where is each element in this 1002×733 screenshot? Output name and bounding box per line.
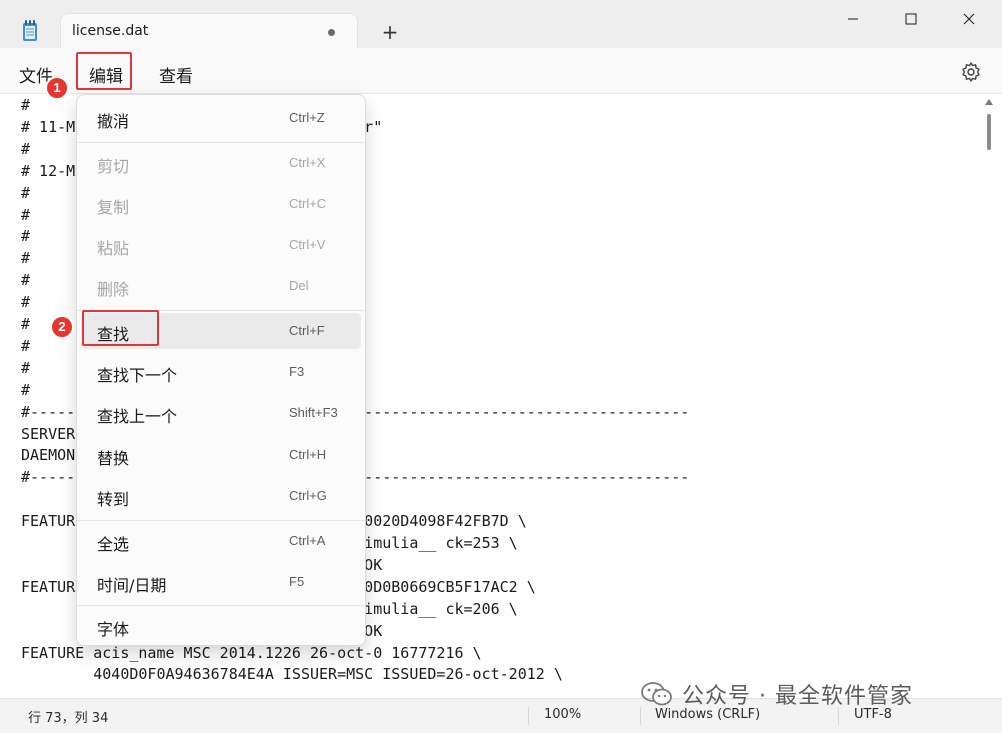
menu-item-label: 查找上一个 [97, 407, 178, 427]
menu-item-label: 撤消 [97, 112, 130, 131]
menu-item-shortcut: Ctrl+Z [289, 110, 325, 125]
wechat-icon [641, 682, 672, 706]
menu-item[interactable]: 撤消 Ctrl+Z [81, 100, 361, 136]
menu-item-shortcut: F3 [289, 364, 305, 380]
menu-item[interactable]: 粘贴 Ctrl+V [81, 227, 361, 263]
menu-item[interactable]: 全选 Ctrl+A [81, 523, 361, 559]
menu-item[interactable]: 剪切 Ctrl+X [81, 145, 361, 181]
tab-title: license.dat [72, 23, 149, 39]
menu-item-label: 全选 [97, 534, 130, 554]
vertical-scrollbar[interactable] [987, 114, 991, 150]
menu-separator [77, 519, 365, 521]
menu-item-shortcut: Ctrl+C [289, 195, 327, 211]
menu-bar: 文件 编辑 查看 [0, 48, 1002, 94]
menu-item-shortcut: Del [289, 278, 309, 294]
code-line: # [21, 293, 31, 312]
menu-item[interactable]: 替换 Ctrl+H [81, 437, 361, 473]
menu-item[interactable]: 复制 Ctrl+C [81, 186, 361, 222]
menu-item[interactable]: 查找上一个 Shift+F3 [81, 395, 361, 431]
menu-item[interactable]: 删除 Del [81, 268, 361, 304]
code-line: SERVER [21, 424, 76, 443]
unsaved-dot-icon[interactable] [328, 29, 335, 36]
cursor-position: 行 73，列 34 [28, 711, 109, 726]
code-line: DAEMON [21, 446, 76, 465]
menu-item-shortcut: Shift+F3 [289, 405, 338, 421]
minimize-button[interactable] [830, 6, 876, 32]
notepad-icon [23, 20, 37, 41]
menu-item-label: 复制 [97, 197, 130, 217]
gear-icon[interactable] [960, 61, 982, 83]
maximize-button[interactable] [888, 6, 934, 32]
menu-item-shortcut: Ctrl+A [289, 532, 326, 548]
menu-item-label: 时间/日期 [97, 575, 167, 595]
watermark: 公众号 · 最全软件管家 [640, 676, 913, 712]
menu-separator [77, 605, 365, 607]
menu-item-shortcut: Ctrl+X [289, 154, 326, 170]
zoom-level: 100% [544, 707, 582, 722]
code-line: # [21, 358, 31, 377]
code-line: # [21, 227, 31, 246]
close-button[interactable] [946, 6, 992, 32]
code-line: # [21, 96, 31, 114]
menu-item-shortcut: Ctrl+V [289, 237, 326, 253]
step-badge-2: 2 [50, 315, 74, 339]
menu-item-shortcut: Ctrl+F [289, 323, 325, 338]
edit-dropdown-menu: 撤消 Ctrl+Z 剪切 Ctrl+X 复制 Ctrl+C 粘贴 Ctrl+V 删除 Del 查找 C… [76, 94, 366, 646]
menu-item[interactable]: 查找下一个 F3 [81, 354, 361, 390]
menu-item[interactable]: 字体 [81, 608, 361, 644]
document-tab[interactable]: license.dat [60, 13, 358, 49]
find-item-highlight-box [82, 310, 159, 346]
code-line: # [21, 139, 31, 158]
menu-item-label: 删除 [97, 280, 130, 300]
menu-item-label: 转到 [97, 489, 130, 509]
menu-item-label: 粘贴 [97, 239, 130, 259]
menu-separator [77, 141, 365, 143]
menu-item[interactable]: 转到 Ctrl+G [81, 478, 361, 514]
code-line: # [21, 271, 31, 290]
menu-item-label: 字体 [97, 620, 130, 640]
menu-item-label: 替换 [97, 448, 130, 468]
scroll-up-arrow-icon[interactable] [984, 98, 994, 106]
code-line: # [21, 183, 31, 202]
watermark-text: 公众号 · 最全软件管家 [682, 684, 913, 709]
menu-view[interactable]: 查看 [159, 62, 193, 87]
step-badge-1: 1 [45, 76, 69, 100]
edit-menu-highlight-box [76, 52, 132, 90]
code-line: # [21, 380, 31, 399]
menu-item-shortcut: Ctrl+G [289, 487, 327, 503]
status-divider [528, 707, 529, 725]
menu-item-shortcut: Ctrl+H [289, 446, 327, 462]
new-tab-button[interactable]: + [378, 20, 402, 44]
menu-item-label: 查找下一个 [97, 366, 178, 386]
code-line: 4040D0F0A94636784E4A ISSUER=MSC ISSUED=2… [21, 665, 563, 684]
code-line: # [21, 205, 31, 224]
title-bar: license.dat + [0, 0, 1002, 49]
menu-item-label: 剪切 [97, 156, 130, 176]
menu-item[interactable]: 时间/日期 F5 [81, 564, 361, 600]
code-line: FEATURE acis_name MSC 2014.1226 26-oct-0… [21, 643, 482, 662]
menu-item-shortcut: F5 [289, 573, 305, 589]
